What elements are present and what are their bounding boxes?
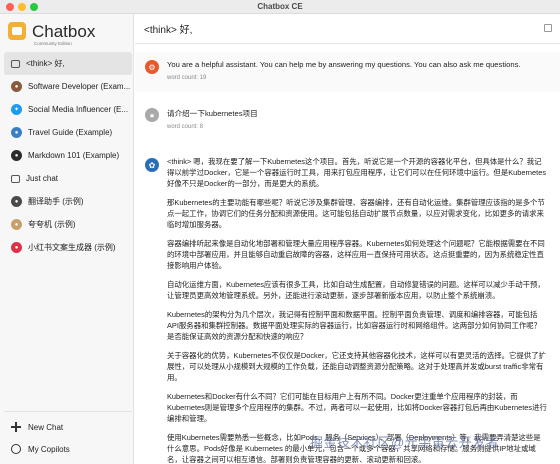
minimize-window-button[interactable] (18, 3, 26, 11)
sidebar-item-label: Just chat (26, 174, 59, 183)
assistant-paragraph: Kubernetes的架构分为几个层次，我记得有控制平面和数据平面。控制平面负责… (167, 310, 542, 341)
brand-name: Chatbox (32, 21, 96, 41)
chatbox-logo-icon (8, 22, 26, 40)
sidebar-item-label: Travel Guide (Example) (28, 128, 113, 137)
brand-subtitle: Community Edition (34, 41, 72, 46)
sidebar-item-markdown-101[interactable]: ● Markdown 101 (Example) (4, 144, 132, 167)
system-settings-icon: ⚙ (145, 60, 159, 74)
window-controls (6, 3, 38, 11)
title-bar: Chatbox CE (0, 0, 560, 14)
app-window: Chatbox CE Chatbox Community Edition <th… (0, 0, 560, 464)
chat-bubble-icon (11, 59, 20, 68)
sidebar-item-think[interactable]: <think> 好, (4, 52, 132, 75)
watermark: 掘金技术社区@元宇宙云开发者 (310, 435, 500, 450)
sidebar-item-xiaohongshu[interactable]: ● 小红书文案生成器 (示例) (4, 236, 132, 259)
translate-avatar-icon: ● (11, 196, 22, 207)
chat-main: <think> 好, ⚙ You are a helpful assistant… (135, 14, 560, 464)
new-chat-label: New Chat (28, 422, 64, 432)
conversation-list: <think> 好, ● Software Developer (Exam...… (4, 52, 132, 259)
user-avatar-icon: ● (145, 108, 159, 122)
sidebar-item-label: Software Developer (Exam... (28, 82, 131, 91)
chat-title[interactable]: <think> 好, (144, 21, 192, 36)
sidebar-item-label: 小红书文案生成器 (示例) (28, 243, 116, 252)
sidebar-item-label: 夸夸机 (示例) (28, 220, 76, 229)
twitter-bird-icon: ✦ (11, 104, 22, 115)
my-copilots-button[interactable]: My Copilots (4, 438, 132, 460)
zoom-window-button[interactable] (30, 3, 38, 11)
assistant-paragraph: 关于容器化的优势，Kubernetes不仅仅是Docker，它还支持其他容器化技… (167, 351, 547, 382)
assistant-message-body: <think> 嗯，我现在要了解一下Kubernetes这个项目。首先，听说它是… (167, 156, 547, 464)
sidebar: Chatbox Community Edition <think> 好, ● S… (0, 14, 134, 464)
sidebar-footer: New Chat My Copilots (4, 411, 132, 460)
word-count: word count: 19 (167, 75, 207, 81)
sidebar-item-just-chat[interactable]: Just chat (4, 167, 132, 190)
sidebar-item-label: <think> 好, (26, 59, 65, 68)
header-actions (544, 24, 552, 32)
markdown-avatar-icon: ● (11, 150, 22, 161)
xiaohongshu-avatar-icon: ● (11, 242, 22, 253)
sidebar-item-compliment[interactable]: ● 夸夸机 (示例) (4, 213, 132, 236)
sidebar-item-translate[interactable]: ● 翻译助手 (示例) (4, 190, 132, 213)
system-message-text: You are a helpful assistant. You can hel… (167, 60, 521, 69)
close-window-button[interactable] (6, 3, 14, 11)
user-message: ● 请介绍一下kubernetes项目 word count: 8 (135, 102, 560, 144)
new-chat-button[interactable]: New Chat (4, 416, 132, 438)
user-message-text: 请介绍一下kubernetes项目 (167, 109, 258, 118)
compliment-avatar-icon: ● (11, 219, 22, 230)
assistant-paragraph: <think> 嗯，我现在要了解一下Kubernetes这个项目。首先，听说它是… (167, 157, 547, 188)
sidebar-item-social-media-influencer[interactable]: ✦ Social Media Influencer (E... (4, 98, 132, 121)
plus-icon (11, 422, 21, 432)
assistant-paragraph: 自动化运维方面，Kubernetes应该有很多工具，比如自动生成配置，自动修复错… (167, 280, 545, 300)
developer-avatar-icon: ● (11, 81, 22, 92)
chat-bubble-icon (11, 174, 20, 183)
sidebar-item-label: 翻译助手 (示例) (28, 197, 84, 206)
travel-guide-avatar-icon: ● (11, 127, 22, 138)
chat-header: <think> 好, (135, 14, 560, 44)
word-count: word count: 8 (167, 124, 204, 130)
toolbar-icon[interactable] (544, 24, 552, 32)
assistant-paragraph: Kubernetes和Docker有什么不同？它们可能在目标用户上有所不同。Do… (167, 392, 547, 423)
assistant-paragraph: 那Kubernetes的主要功能有哪些呢？听说它涉及集群管理、容器编排，还有自动… (167, 198, 545, 229)
system-message: ⚙ You are a helpful assistant. You can h… (135, 52, 560, 92)
sidebar-item-software-developer[interactable]: ● Software Developer (Exam... (4, 75, 132, 98)
sidebar-item-travel-guide[interactable]: ● Travel Guide (Example) (4, 121, 132, 144)
brand: Chatbox (8, 22, 95, 40)
sidebar-item-label: Markdown 101 (Example) (28, 151, 120, 160)
window-title: Chatbox CE (257, 2, 303, 11)
assistant-paragraph: 容器编排听起来像是自动化地部署和管理大量应用程序容器。Kubernetes如何处… (167, 239, 545, 270)
my-copilots-label: My Copilots (28, 444, 70, 454)
sidebar-item-label: Social Media Influencer (E... (28, 105, 129, 114)
copilot-icon (11, 444, 21, 454)
assistant-avatar-icon: ✿ (145, 158, 159, 172)
